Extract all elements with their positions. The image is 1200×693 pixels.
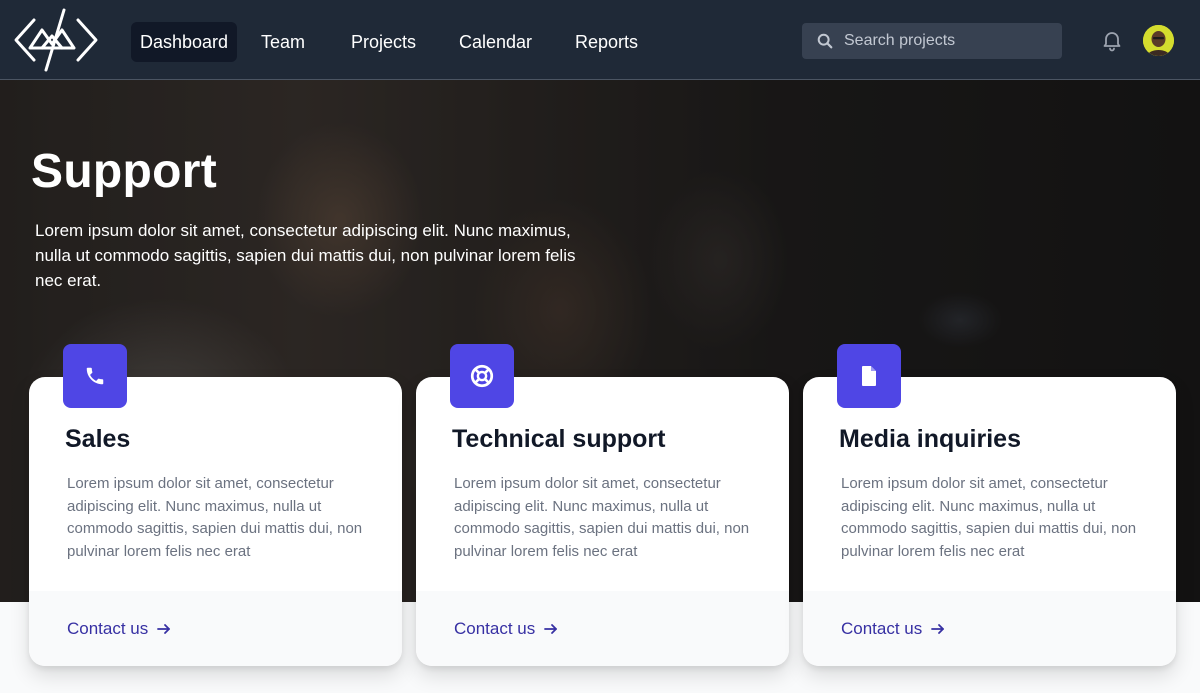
- contact-us-label: Contact us: [67, 619, 149, 638]
- search-input[interactable]: [844, 23, 1054, 59]
- nav-link-dashboard[interactable]: Dashboard: [131, 22, 238, 62]
- lifebuoy-icon: [470, 364, 494, 388]
- user-avatar-icon: [1143, 25, 1174, 56]
- card-technical-support: Technical support Lorem ipsum dolor sit …: [416, 344, 789, 666]
- arrow-right-icon: [931, 624, 945, 634]
- card-icon-badge: [63, 344, 127, 408]
- card-title: Technical support: [452, 425, 666, 453]
- logo-icon[interactable]: [12, 8, 100, 72]
- card-footer: Contact us: [416, 591, 789, 666]
- search-icon: [817, 33, 833, 49]
- nav-link-calendar[interactable]: Calendar: [450, 22, 541, 62]
- arrow-right-icon: [544, 624, 558, 634]
- contact-us-label: Contact us: [841, 619, 923, 638]
- card-footer: Contact us: [803, 591, 1176, 666]
- page-title: Support: [31, 145, 218, 198]
- contact-us-link[interactable]: Contact us: [67, 617, 172, 641]
- card-title: Media inquiries: [839, 425, 1021, 453]
- card-sales: Sales Lorem ipsum dolor sit amet, consec…: [29, 344, 402, 666]
- nav-link-reports[interactable]: Reports: [566, 22, 647, 62]
- card-icon-badge: [450, 344, 514, 408]
- nav-link-projects[interactable]: Projects: [342, 22, 425, 62]
- bell-icon[interactable]: [1100, 28, 1124, 52]
- contact-us-link[interactable]: Contact us: [841, 617, 946, 641]
- contact-us-link[interactable]: Contact us: [454, 617, 559, 641]
- card-description: Lorem ipsum dolor sit amet, consectetur …: [841, 475, 1137, 560]
- card-description: Lorem ipsum dolor sit amet, consectetur …: [67, 475, 363, 560]
- card-media-inquiries: Media inquiries Lorem ipsum dolor sit am…: [803, 344, 1176, 666]
- card-title: Sales: [65, 425, 131, 453]
- search-box[interactable]: [802, 23, 1062, 59]
- phone-icon: [86, 367, 104, 385]
- hero-description: Lorem ipsum dolor sit amet, consectetur …: [35, 221, 576, 290]
- card-description: Lorem ipsum dolor sit amet, consectetur …: [454, 475, 750, 560]
- card-icon-badge: [837, 344, 901, 408]
- card-footer: Contact us: [29, 591, 402, 666]
- top-navbar: Dashboard Team Projects Calendar Reports: [0, 0, 1200, 80]
- avatar[interactable]: [1143, 25, 1174, 56]
- document-icon: [862, 366, 876, 386]
- nav-link-team[interactable]: Team: [252, 22, 314, 62]
- arrow-right-icon: [157, 624, 171, 634]
- contact-us-label: Contact us: [454, 619, 536, 638]
